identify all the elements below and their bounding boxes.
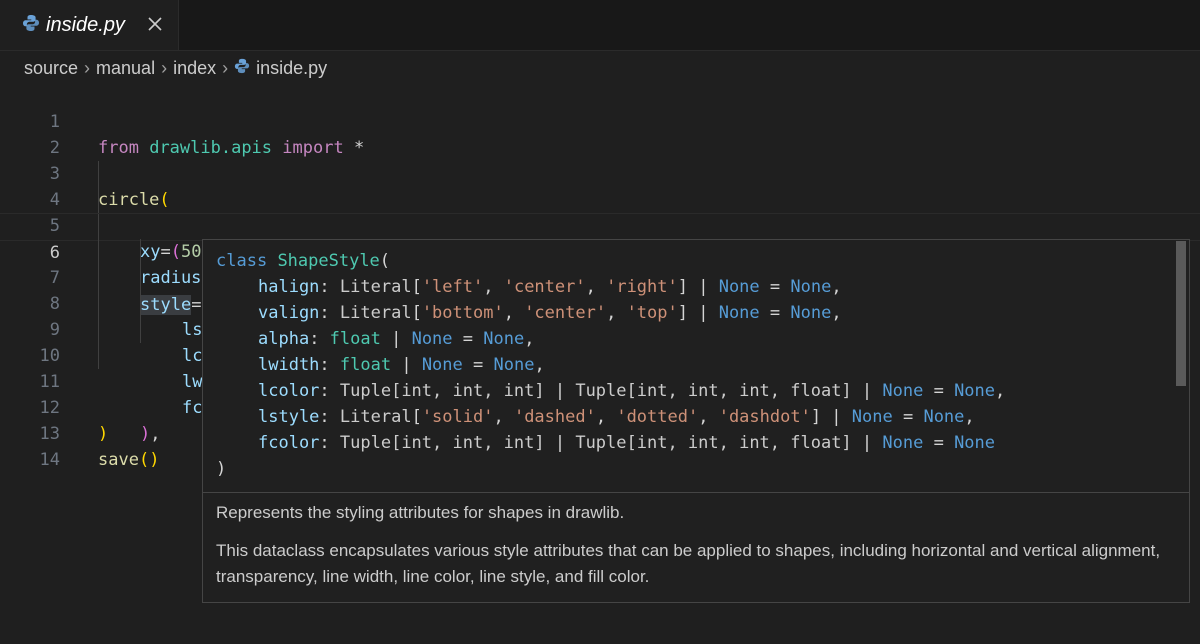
chevron-right-icon: ›: [84, 57, 91, 78]
bracket: (: [379, 251, 391, 271]
signature-line: halign: Literal['left', 'center', 'right…: [258, 277, 842, 297]
breadcrumb-item-source[interactable]: source: [24, 58, 78, 79]
breadcrumb-item-index[interactable]: index: [173, 58, 216, 79]
class-name: ShapeStyle: [277, 251, 380, 271]
close-icon[interactable]: [144, 13, 166, 35]
function-name: save: [98, 450, 139, 470]
signature-line: fcolor: Tuple[int, int, int] | Tuple[int…: [258, 433, 996, 453]
signature-line: alpha: float | None = None,: [258, 329, 535, 349]
signature-line: lcolor: Tuple[int, int, int] | Tuple[int…: [258, 381, 1006, 401]
hover-scrollbar[interactable]: [1176, 241, 1186, 386]
breadcrumb: source › manual › index › inside.py: [24, 56, 327, 80]
tab-bar: inside.py: [0, 0, 1200, 51]
python-file-icon: [22, 14, 40, 36]
code-line: 5 radius=30,: [0, 187, 1200, 288]
signature-line: valign: Literal['bottom', 'center', 'top…: [258, 303, 842, 323]
divider: [203, 492, 1189, 493]
breadcrumb-item-manual[interactable]: manual: [96, 58, 155, 79]
keyword: class: [216, 251, 268, 271]
code-line: 1 from drawlib.apis import *: [0, 83, 1200, 158]
code-line: 3 circle(: [0, 135, 1200, 210]
bracket: ): [216, 459, 227, 479]
breadcrumb-item-file[interactable]: inside.py: [256, 58, 327, 79]
chevron-right-icon: ›: [222, 57, 229, 78]
doc-description: This dataclass encapsulates various styl…: [216, 541, 1161, 586]
hover-signature: class ShapeStyle( halign: Literal['left'…: [203, 240, 1189, 492]
code-line: 2: [0, 109, 1200, 158]
doc-summary: Represents the styling attributes for sh…: [216, 503, 625, 522]
tab-inside-py[interactable]: inside.py: [0, 0, 179, 50]
python-file-icon: [234, 58, 250, 79]
code-line-current: 6 style=ShapeStyle(: [0, 213, 1200, 315]
line-number: 14: [39, 450, 60, 470]
hover-tooltip[interactable]: class ShapeStyle( halign: Literal['left'…: [202, 239, 1190, 603]
chevron-right-icon: ›: [161, 57, 168, 78]
signature-line: lwidth: float | None = None,: [258, 355, 545, 375]
signature-line: lstyle: Literal['solid', 'dashed', 'dott…: [258, 407, 975, 427]
code-line: 4 xy=(50, 50),: [0, 161, 1200, 262]
bracket: (): [138, 450, 160, 470]
tab-title: inside.py: [46, 13, 125, 36]
